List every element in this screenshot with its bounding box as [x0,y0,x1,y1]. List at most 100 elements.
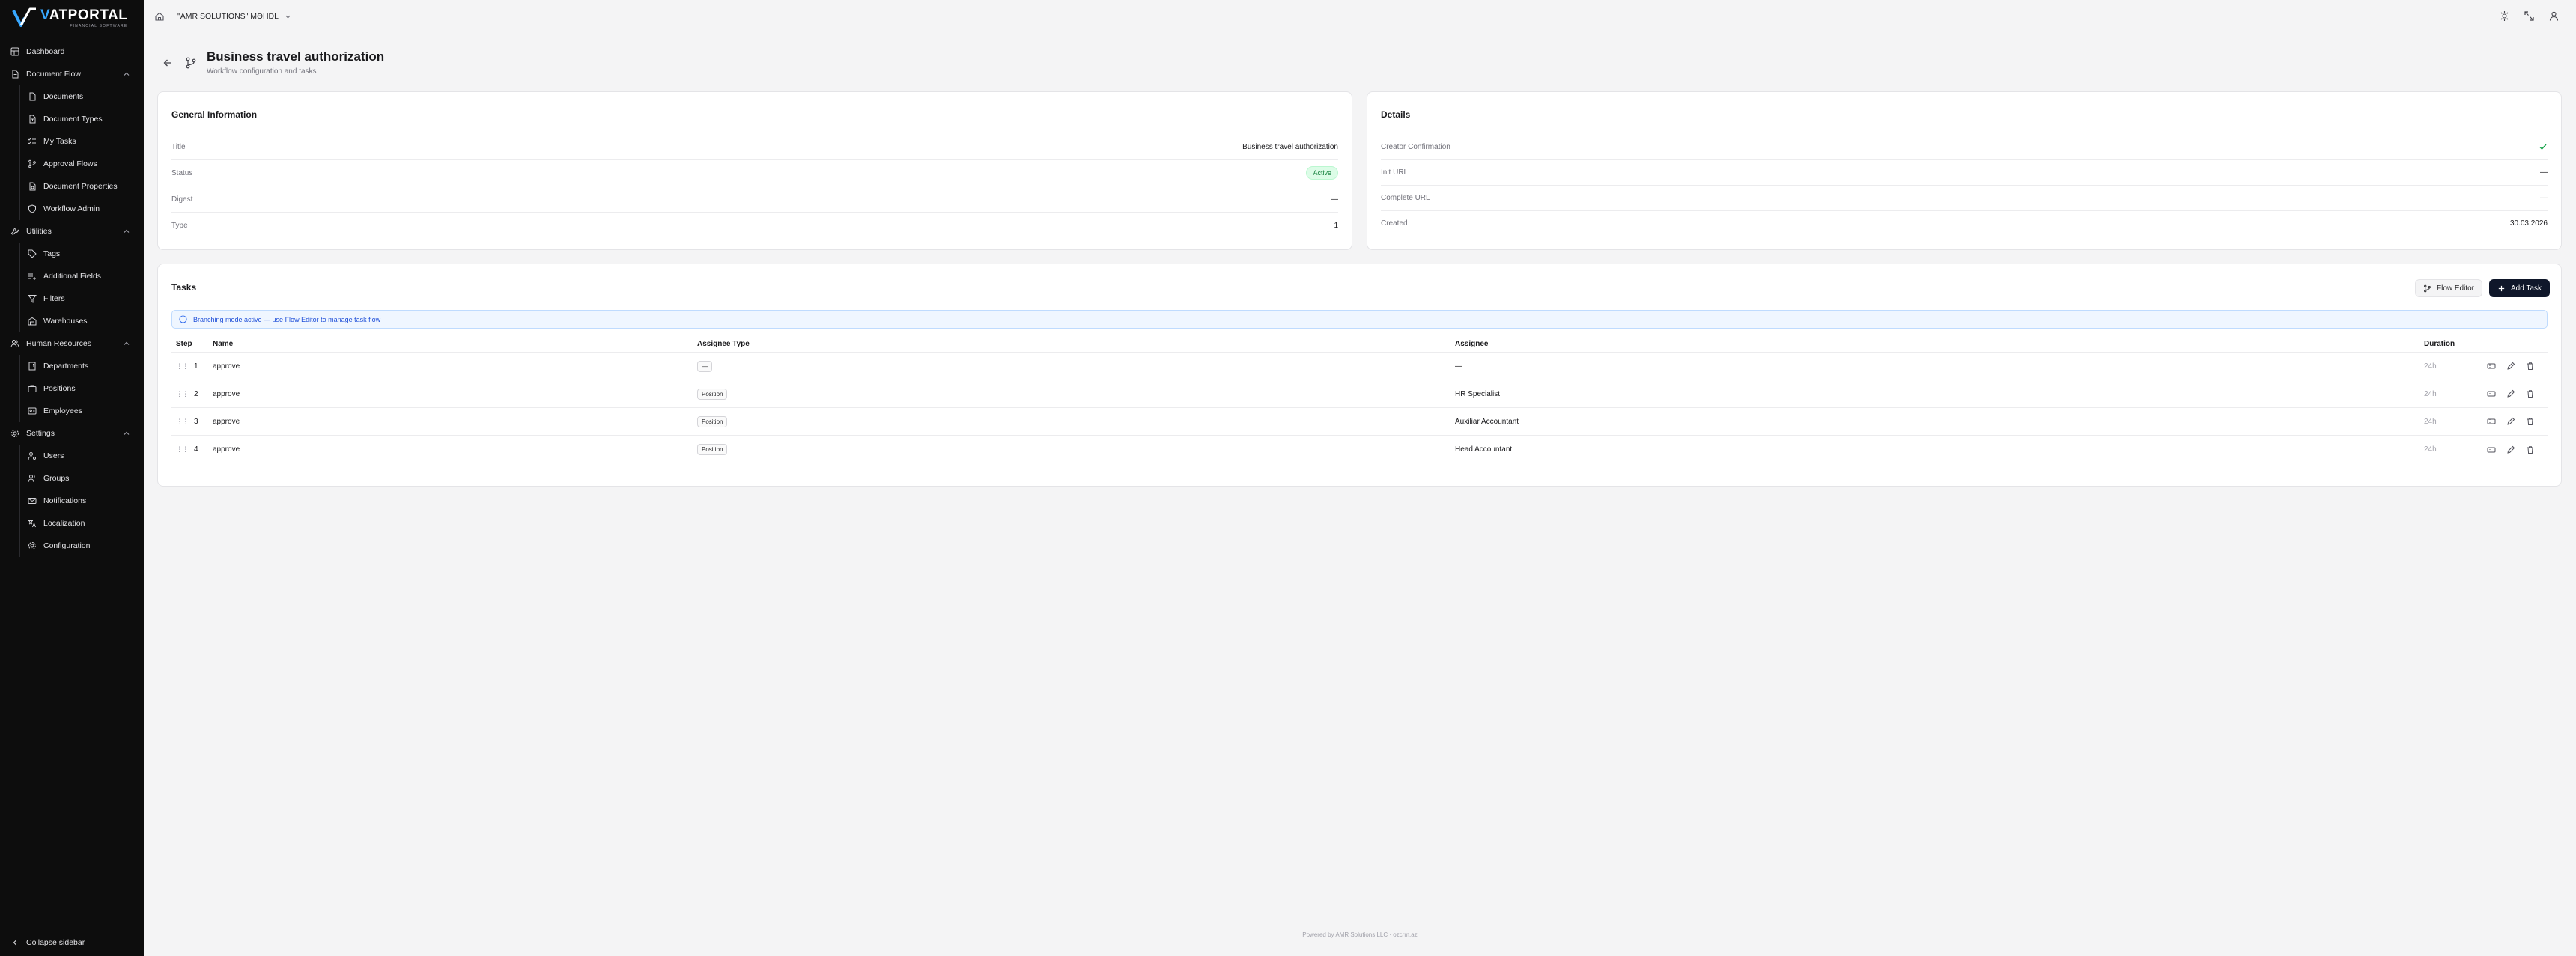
column-header-step: Step [176,340,192,348]
list-plus-icon [28,272,37,281]
sidebar-item-my-tasks[interactable]: My Tasks [0,130,144,153]
trash-icon[interactable] [2526,362,2535,371]
sidebar-item-label: Additional Fields [43,272,102,281]
sidebar-item-label: Users [43,451,64,460]
assignee-type-chip: Position [697,444,728,455]
drag-handle-icon[interactable]: ⋮⋮ [176,445,189,454]
sidebar-item-label: Document Flow [26,70,81,79]
assignee-value: — [1455,362,1462,371]
sidebar-item-positions[interactable]: Positions [0,377,144,400]
sidebar-item-workflow-admin[interactable]: Workflow Admin [0,198,144,220]
edit-pencil-icon[interactable] [2506,389,2515,398]
edit-pencil-icon[interactable] [2506,417,2515,426]
file-cog-icon [28,182,37,191]
chevron-up-icon [123,340,130,347]
card-title: General Information [171,109,258,120]
sidebar-item-label: My Tasks [43,137,76,146]
sidebar-item-label: Workflow Admin [43,204,100,213]
logo[interactable]: VATPORTAL FINANCIAL SOFTWARE [12,6,127,30]
drag-handle-icon[interactable]: ⋮⋮ [176,418,189,426]
table-row[interactable]: ⋮⋮ 4 approve Position Head Accountant 24h [171,436,2548,463]
sidebar-group-human-resources[interactable]: Human Resources [0,332,144,355]
logo-tagline: FINANCIAL SOFTWARE [70,23,128,28]
page-title: Business travel authorization [207,49,385,64]
edit-pencil-icon[interactable] [2506,445,2515,454]
ticket-icon[interactable] [2487,445,2496,454]
card-title: Tasks [171,282,197,293]
field-value: 30.03.2026 [2509,219,2548,228]
trash-icon[interactable] [2526,389,2535,398]
flow-editor-label: Flow Editor [2437,284,2475,293]
sidebar-item-approval-flows[interactable]: Approval Flows [0,153,144,175]
assignee-type-chip: Position [697,388,728,400]
fullscreen-icon[interactable] [2524,10,2535,22]
logo-mark-icon [12,7,37,28]
sidebar-item-notifications[interactable]: Notifications [0,490,144,512]
duration-value: 24h [2424,362,2437,371]
sidebar-item-localization[interactable]: Localization [0,512,144,535]
general-information-card: General Information Title Business trave… [157,91,1352,252]
add-task-button[interactable]: Add Task [2489,279,2550,297]
edit-pencil-icon[interactable] [2506,362,2515,371]
logo-name: ATPORTAL [49,7,128,23]
drag-handle-icon[interactable]: ⋮⋮ [176,362,189,371]
sidebar-item-warehouses[interactable]: Warehouses [0,310,144,332]
sidebar-item-document-properties[interactable]: Document Properties [0,175,144,198]
field-status: Status Active [171,160,1338,186]
sidebar-group-settings[interactable]: Settings [0,422,144,445]
field-label: Status [171,168,193,177]
sidebar-group-document-flow[interactable]: Document Flow [0,63,144,85]
page-subtitle: Workflow configuration and tasks [207,67,317,76]
details-card: Details Creator Confirmation Init URL — … [1367,91,2562,250]
column-header-assignee-type: Assignee Type [697,340,750,348]
sidebar-item-additional-fields[interactable]: Additional Fields [0,265,144,287]
step-number: 1 [194,362,198,371]
sidebar-item-departments[interactable]: Departments [0,355,144,377]
sidebar-item-label: Utilities [26,227,52,236]
home-icon[interactable] [154,11,165,22]
sidebar-item-label: Document Types [43,115,103,124]
collapse-sidebar-button[interactable]: Collapse sidebar [10,935,85,950]
column-header-name: Name [213,340,234,348]
table-row[interactable]: ⋮⋮ 1 approve — — 24h [171,353,2548,380]
sidebar-item-tags[interactable]: Tags [0,243,144,265]
drag-handle-icon[interactable]: ⋮⋮ [176,390,189,398]
sidebar-item-label: Positions [43,384,76,393]
field-value: 1 [1334,222,1338,230]
sidebar-item-users[interactable]: Users [0,445,144,467]
field-title: Title Business travel authorization [171,134,1338,160]
table-row[interactable]: ⋮⋮ 3 approve Position Auxiliar Accountant… [171,408,2548,436]
sidebar-item-label: Departments [43,362,89,371]
table-row[interactable]: ⋮⋮ 2 approve Position HR Specialist 24h [171,380,2548,408]
git-branch-icon [28,159,37,168]
ticket-icon[interactable] [2487,389,2496,398]
sidebar-group-utilities[interactable]: Utilities [0,220,144,243]
sidebar-item-label: Document Properties [43,182,118,191]
flow-editor-button[interactable]: Flow Editor [2415,279,2483,297]
sidebar-item-document-types[interactable]: Document Types [0,108,144,130]
file-type-icon [28,115,37,124]
file-icon [10,70,19,79]
sidebar-item-dashboard[interactable]: Dashboard [0,40,144,63]
sidebar-item-filters[interactable]: Filters [0,287,144,310]
sidebar-item-employees[interactable]: Employees [0,400,144,422]
dashboard-icon [10,47,19,56]
user-account-icon[interactable] [2548,10,2560,22]
sidebar-item-label: Settings [26,429,55,438]
sidebar-item-label: Documents [43,92,84,101]
footer: Powered by AMR Solutions LLC · ozcrm.az [1302,931,1418,938]
trash-icon[interactable] [2526,445,2535,454]
organization-select[interactable]: "AMR SOLUTIONS" MƏHDL [177,8,291,25]
sidebar-item-documents[interactable]: Documents [0,85,144,108]
trash-icon[interactable] [2526,417,2535,426]
cog-icon [28,541,37,550]
ticket-icon[interactable] [2487,362,2496,371]
sidebar-item-configuration[interactable]: Configuration [0,535,144,557]
sidebar-item-label: Configuration [43,541,91,550]
ticket-icon[interactable] [2487,417,2496,426]
table-header: Step Name Assignee Type Assignee Duratio… [171,336,2548,353]
theme-toggle-sun-icon[interactable] [2499,10,2510,22]
sidebar-item-groups[interactable]: Groups [0,467,144,490]
back-arrow-icon[interactable] [162,58,173,68]
git-branch-icon [184,56,198,70]
